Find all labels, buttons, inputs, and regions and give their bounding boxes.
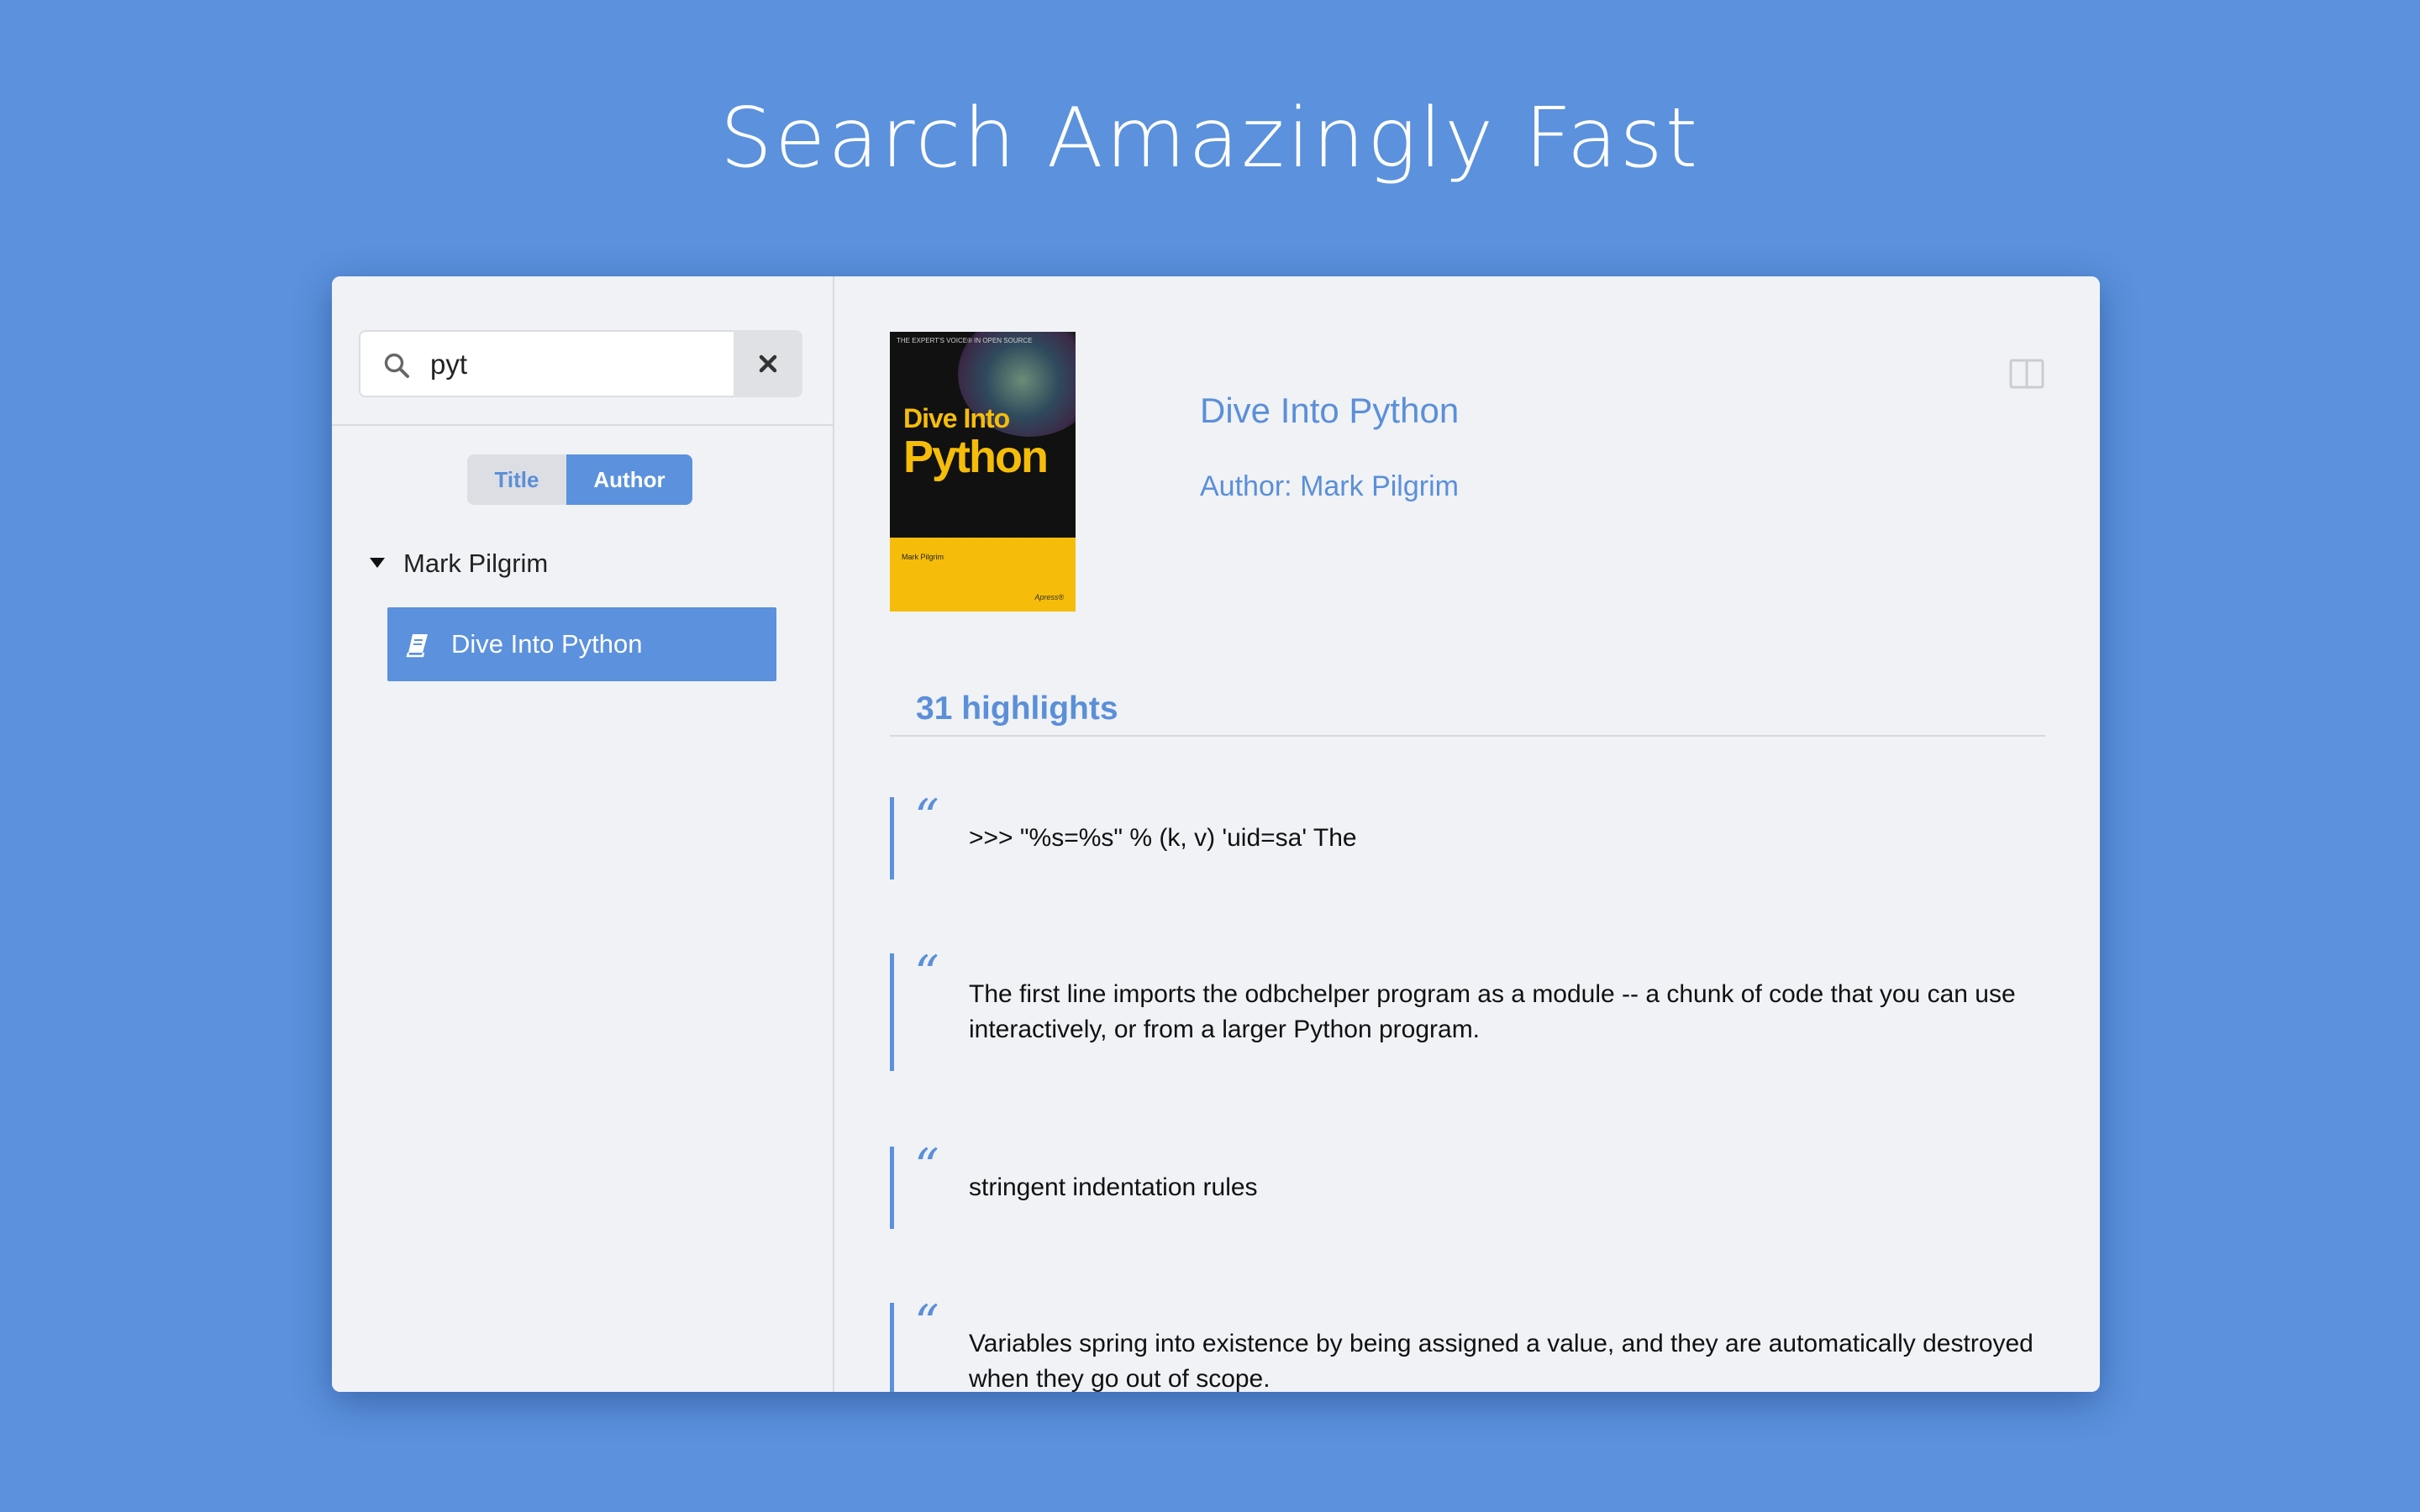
- book-icon: [406, 634, 428, 658]
- quote-icon: “: [914, 1294, 939, 1352]
- highlights-divider: [890, 735, 2045, 737]
- tree-book-label: Dive Into Python: [451, 629, 643, 659]
- quote-icon: “: [914, 1138, 939, 1195]
- highlight-item[interactable]: “ The first line imports the odbchelper …: [890, 948, 2054, 1071]
- tree-book-item[interactable]: Dive Into Python: [387, 607, 776, 681]
- cover-series-line: THE EXPERT'S VOICE® IN OPEN SOURCE: [897, 337, 1033, 344]
- book-cover: THE EXPERT'S VOICE® IN OPEN SOURCE Dive …: [890, 332, 1076, 612]
- filter-author-tab[interactable]: Author: [566, 454, 692, 505]
- highlights-count: 31 highlights: [916, 690, 1118, 727]
- search-icon: [384, 353, 409, 378]
- highlight-item[interactable]: “ >>> "%s=%s" % (k, v) 'uid=sa' The: [890, 792, 2054, 879]
- highlight-item[interactable]: “ stringent indentation rules: [890, 1142, 2054, 1229]
- app-window: pyt Title Author Mark Pilgrim Dive Into …: [332, 276, 2100, 1392]
- cover-title-line2: Python: [903, 432, 1049, 482]
- sidebar: pyt Title Author Mark Pilgrim Dive Into …: [332, 276, 834, 1392]
- search-value: pyt: [430, 349, 468, 380]
- highlight-text: Variables spring into existence by being…: [969, 1330, 2033, 1392]
- page-headline: Search Amazingly Fast: [719, 91, 1701, 186]
- cover-author: Mark Pilgrim: [902, 553, 944, 561]
- cover-title-line1: Dive Into: [903, 403, 1010, 433]
- highlight-item[interactable]: “ Variables spring into existence by bei…: [890, 1298, 2054, 1392]
- quote-icon: “: [914, 789, 939, 846]
- book-author[interactable]: Author: Mark Pilgrim: [1200, 468, 1459, 505]
- book-title[interactable]: Dive Into Python: [1200, 389, 1459, 433]
- clear-icon: [759, 354, 777, 373]
- quote-icon: “: [914, 945, 939, 1002]
- sidebar-divider: [332, 424, 833, 426]
- search-input[interactable]: pyt: [359, 330, 735, 397]
- clear-search-button[interactable]: [734, 330, 802, 397]
- highlight-text: stringent indentation rules: [969, 1173, 1258, 1201]
- panel-toggle-icon[interactable]: [2009, 359, 2044, 389]
- filter-title-tab[interactable]: Title: [467, 454, 566, 505]
- highlight-text: >>> "%s=%s" % (k, v) 'uid=sa' The: [969, 824, 1357, 852]
- tree-author-label[interactable]: Mark Pilgrim: [403, 547, 548, 580]
- cover-publisher: Apress®: [1034, 593, 1064, 601]
- highlight-text: The first line imports the odbchelper pr…: [969, 980, 2016, 1043]
- detail-pane: THE EXPERT'S VOICE® IN OPEN SOURCE Dive …: [834, 276, 2100, 1392]
- disclosure-triangle-icon[interactable]: [369, 557, 386, 569]
